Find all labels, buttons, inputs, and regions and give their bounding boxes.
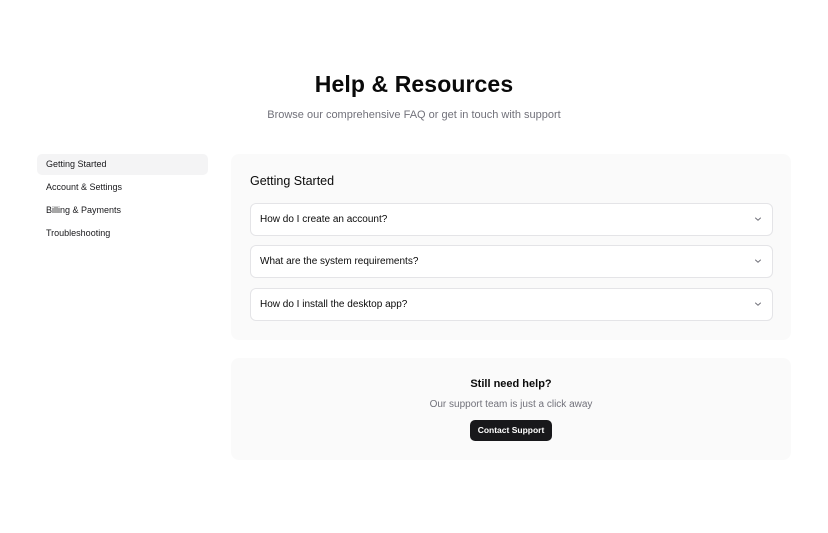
sidebar-item-getting-started[interactable]: Getting Started (37, 154, 208, 175)
faq-panel: Getting Started How do I create an accou… (231, 154, 791, 340)
support-subtitle: Our support team is just a click away (429, 399, 593, 410)
faq-item-system-requirements[interactable]: What are the system requirements? (250, 245, 773, 278)
faq-item-create-account[interactable]: How do I create an account? (250, 203, 773, 236)
page-title: Help & Resources (314, 71, 514, 97)
faq-question: How do I create an account? (260, 214, 388, 225)
sidebar-item-troubleshooting[interactable]: Troubleshooting (37, 223, 208, 244)
faq-question: What are the system requirements? (260, 256, 419, 267)
sidebar: Getting Started Account & Settings Billi… (37, 154, 208, 246)
support-title: Still need help? (470, 378, 552, 390)
contact-support-button[interactable]: Contact Support (470, 420, 552, 441)
chevron-down-icon (755, 259, 761, 263)
sidebar-item-billing-payments[interactable]: Billing & Payments (37, 200, 208, 221)
sidebar-item-account-settings[interactable]: Account & Settings (37, 177, 208, 198)
faq-heading: Getting Started (250, 174, 335, 188)
faq-question: How do I install the desktop app? (260, 299, 408, 310)
chevron-down-icon (755, 217, 761, 221)
faq-item-install-desktop-app[interactable]: How do I install the desktop app? (250, 288, 773, 321)
support-panel: Still need help? Our support team is jus… (231, 358, 791, 460)
page-subtitle: Browse our comprehensive FAQ or get in t… (267, 109, 561, 121)
chevron-down-icon (755, 302, 761, 306)
